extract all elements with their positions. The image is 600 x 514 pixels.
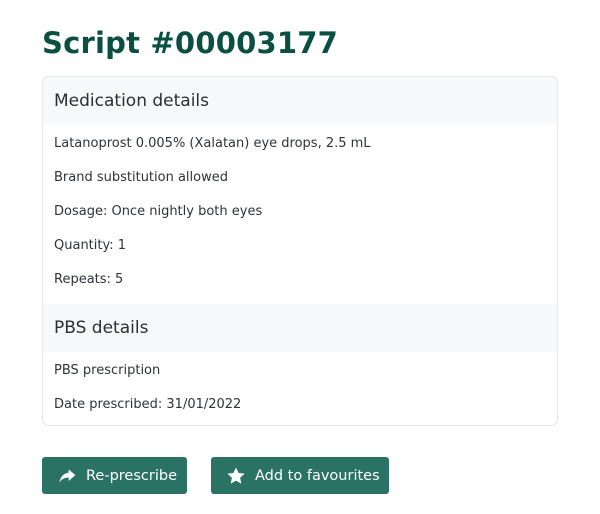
medication-details-header: Medication details <box>43 77 557 124</box>
pbs-details-header: PBS details <box>43 304 557 352</box>
star-icon <box>226 466 246 486</box>
medication-details-body: Latanoprost 0.005% (Xalatan) eye drops, … <box>43 124 557 304</box>
medication-quantity: Quantity: 1 <box>54 237 127 253</box>
represcribe-button[interactable]: Re-prescribe <box>42 457 187 494</box>
page-title: Script #00003177 <box>42 26 338 60</box>
medication-dosage: Dosage: Once nightly both eyes <box>54 203 263 219</box>
pbs-details-body: PBS prescription Date prescribed: 31/01/… <box>43 352 557 421</box>
add-to-favourites-label: Add to favourites <box>255 467 380 484</box>
add-to-favourites-button[interactable]: Add to favourites <box>211 457 389 494</box>
script-details-card: Medication details Latanoprost 0.005% (X… <box>42 76 558 426</box>
medication-repeats: Repeats: 5 <box>54 271 124 287</box>
pbs-prescription-type: PBS prescription <box>54 362 161 378</box>
share-arrow-icon <box>57 466 77 486</box>
medication-substitution: Brand substitution allowed <box>54 169 228 185</box>
pbs-date-prescribed: Date prescribed: 31/01/2022 <box>54 396 242 412</box>
medication-drug: Latanoprost 0.005% (Xalatan) eye drops, … <box>54 135 371 151</box>
script-page: Script #00003177 Medication details Lata… <box>0 0 600 514</box>
represcribe-label: Re-prescribe <box>86 467 177 484</box>
